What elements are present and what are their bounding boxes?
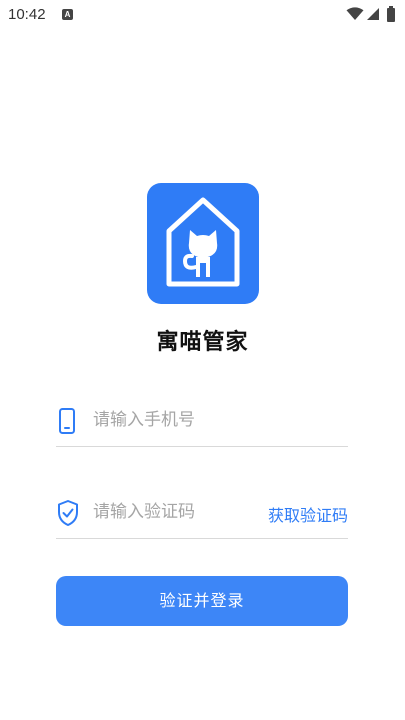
verify-login-button[interactable]: 验证并登录 <box>56 576 348 626</box>
app-name: 寓喵管家 <box>156 330 249 355</box>
status-time: 10:42 <box>8 6 46 23</box>
verification-code-input[interactable] <box>93 498 263 526</box>
phone-icon <box>59 408 75 434</box>
wifi-icon <box>346 7 364 20</box>
shield-check-icon <box>58 500 78 526</box>
notification-icon: A <box>62 9 73 20</box>
battery-icon <box>387 6 395 22</box>
cellular-signal-icon <box>367 8 379 20</box>
status-bar: 10:42 A <box>0 0 405 32</box>
phone-input[interactable] <box>93 406 343 434</box>
verification-code-field: 获取验证码 <box>56 490 348 539</box>
app-logo <box>147 183 259 304</box>
get-code-button[interactable]: 获取验证码 <box>268 502 348 526</box>
phone-field <box>56 398 348 447</box>
house-cat-logo-icon <box>166 197 240 287</box>
